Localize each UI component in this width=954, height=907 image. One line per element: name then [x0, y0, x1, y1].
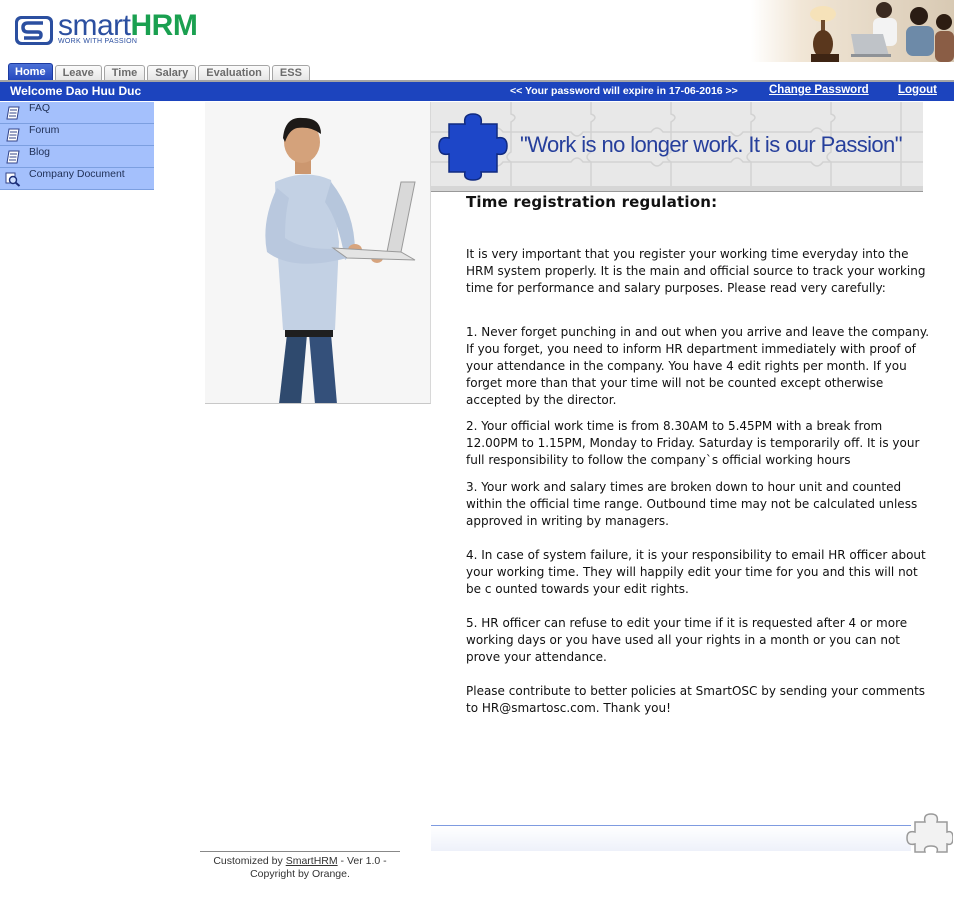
article-rule-3: 3. Your work and salary times are broken…: [466, 480, 918, 528]
password-expiry-notice: << Your password will expire in 17-06-20…: [510, 85, 738, 97]
side-menu-label: FAQ: [29, 102, 51, 114]
puzzle-piece-icon: [906, 813, 953, 853]
tab-ess[interactable]: ESS: [271, 65, 310, 81]
article-rule-1: 1. Never forget punching in and out when…: [466, 325, 930, 407]
side-menu-label: Blog: [29, 146, 51, 158]
logo-word-hrm: HRM: [130, 9, 198, 42]
article-rule-4: 4. In case of system failure, it is your…: [466, 548, 926, 596]
side-menu-item-blog[interactable]: Blog: [0, 146, 154, 168]
article-rule-2: 2. Your official work time is from 8.30A…: [466, 419, 920, 467]
side-menu-item-company-document[interactable]: Company Document: [0, 168, 154, 190]
tab-home[interactable]: Home: [8, 63, 53, 81]
tab-time[interactable]: Time: [103, 65, 146, 81]
banner-slogan: "Work is no longer work. It is our Passi…: [520, 132, 903, 157]
magnifier-icon: [5, 172, 21, 187]
tab-leave[interactable]: Leave: [54, 65, 102, 81]
smarthrm-link[interactable]: SmartHRM: [286, 855, 338, 867]
side-menu-item-forum[interactable]: Forum: [0, 124, 154, 146]
blue-puzzle-icon: [438, 113, 508, 181]
smarthrm-logo[interactable]: smartHRM WORK WITH PASSION: [14, 9, 216, 49]
tab-salary[interactable]: Salary: [147, 65, 197, 81]
main-tabs: Home Leave Time Salary Evaluation ESS: [8, 63, 312, 81]
footer-copyright: Copyright by Orange.: [250, 868, 350, 880]
welcome-message: Welcome Dao Huu Duc: [10, 84, 142, 98]
footer-prefix: Customized by: [213, 855, 286, 867]
header-team-photo: [751, 0, 954, 62]
footer-divider: [200, 851, 400, 852]
document-icon: [6, 128, 20, 142]
article-intro: It is very important that you register y…: [466, 247, 926, 295]
document-icon: [6, 150, 20, 164]
document-icon: [6, 106, 20, 120]
page-footer: Customized by SmartHRM - Ver 1.0 - Copyr…: [200, 855, 400, 881]
man-with-laptop-photo: [205, 102, 431, 404]
tab-evaluation[interactable]: Evaluation: [198, 65, 270, 81]
change-password-link[interactable]: Change Password: [769, 84, 869, 96]
smarthrm-logo-icon: [15, 16, 53, 45]
side-menu-label: Forum: [29, 124, 60, 136]
passion-banner: "Work is no longer work. It is our Passi…: [431, 102, 923, 192]
side-menu: FAQ Forum Blog Company Document: [0, 102, 154, 190]
content-bottom-rule: [431, 825, 911, 851]
status-bar: Welcome Dao Huu Duc << Your password wil…: [0, 82, 954, 101]
side-menu-item-faq[interactable]: FAQ: [0, 102, 154, 124]
logout-link[interactable]: Logout: [898, 84, 937, 96]
article-title: Time registration regulation:: [466, 193, 718, 211]
logo-tagline: WORK WITH PASSION: [58, 38, 138, 45]
side-menu-label: Company Document: [29, 168, 125, 180]
article-closing: Please contribute to better policies at …: [466, 684, 926, 715]
regulation-article: Time registration regulation: It is very…: [466, 192, 932, 717]
footer-version: - Ver 1.0 -: [337, 855, 387, 867]
article-rule-5: 5. HR officer can refuse to edit your ti…: [466, 616, 908, 664]
